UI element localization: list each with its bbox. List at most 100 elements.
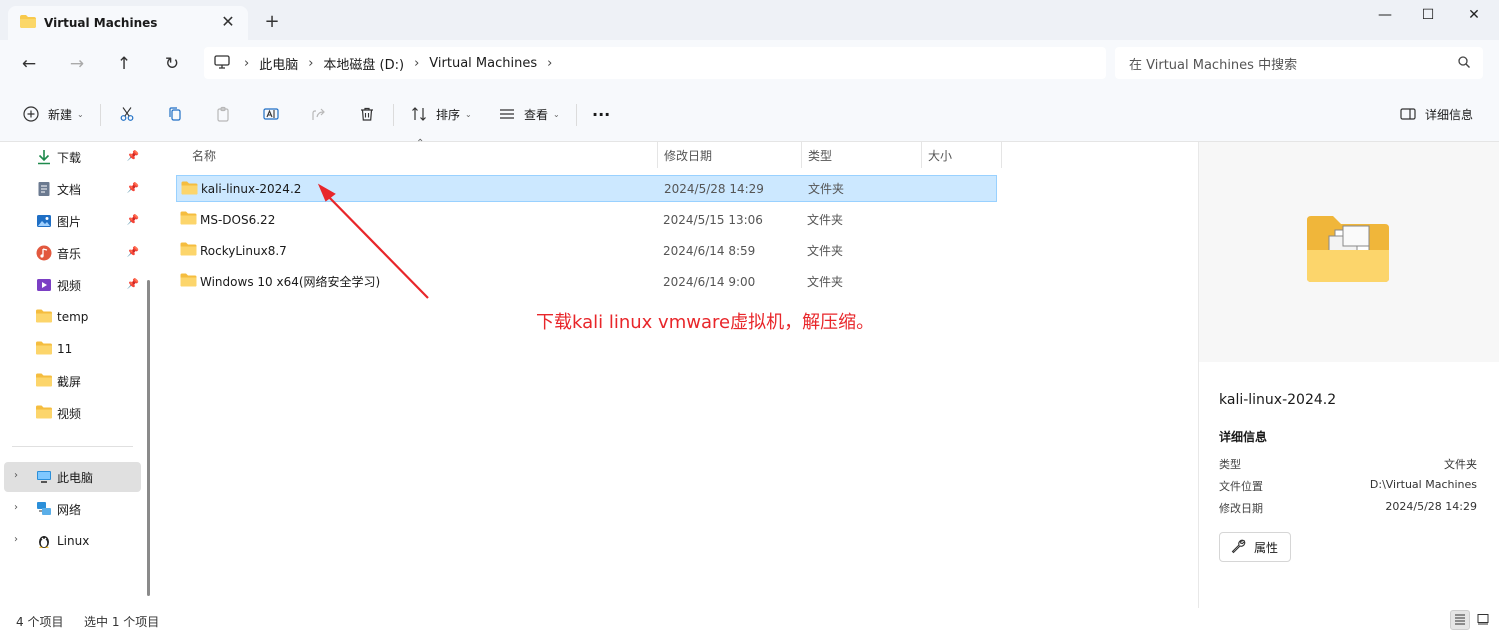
trash-icon [358, 105, 376, 123]
sidebar-item-downloads[interactable]: 下载 📌 [4, 142, 141, 172]
sidebar-divider [12, 446, 133, 447]
video-icon [36, 277, 52, 293]
chevron-down-icon: ⌄ [77, 109, 84, 119]
view-label: 查看 [524, 107, 549, 122]
close-tab-icon[interactable]: ✕ [218, 12, 238, 32]
tiles-view-icon [1477, 613, 1489, 628]
pin-icon[interactable]: 📌 [127, 151, 139, 162]
sidebar-item-screenshots[interactable]: 截屏 [4, 366, 141, 396]
preview-area [1199, 142, 1499, 362]
sort-button[interactable]: 排序 ⌄ [410, 102, 472, 126]
navigation-pane: 下载 📌 文档 📌 图片 📌 音乐 📌 视频 📌 temp 11 截屏 视频 › [0, 142, 160, 608]
address-bar[interactable]: › 此电脑 › 本地磁盘 (D:) › Virtual Machines › [204, 47, 1106, 79]
search-icon[interactable] [1457, 55, 1471, 69]
sidebar-item-label: 视频 [57, 406, 82, 421]
back-button[interactable]: ← [17, 52, 41, 76]
list-view-icon [498, 105, 516, 123]
chevron-right-icon[interactable]: › [14, 534, 18, 545]
sidebar-item-videos-folder[interactable]: 视频 [4, 398, 141, 428]
chevron-right-icon[interactable]: › [543, 56, 556, 71]
sidebar-item-label: 音乐 [57, 246, 82, 261]
up-button[interactable]: ↑ [112, 52, 136, 76]
properties-label: 属性 [1254, 540, 1279, 555]
cut-button[interactable] [118, 102, 136, 126]
maximize-button[interactable]: ☐ [1417, 4, 1439, 26]
sidebar-item-11[interactable]: 11 [4, 334, 141, 364]
sidebar-item-label: 文档 [57, 182, 82, 197]
toolbar-divider [393, 104, 394, 126]
tiles-view-button[interactable] [1473, 610, 1493, 630]
folder-icon [20, 15, 36, 31]
tab-virtual-machines[interactable]: Virtual Machines ✕ [8, 6, 248, 40]
plus-circle-icon [22, 105, 40, 123]
computer-icon [36, 469, 52, 485]
folder-icon [36, 309, 52, 325]
annotation-text: 下载kali linux vmware虚拟机，解压缩。 [536, 312, 875, 333]
sidebar-scrollbar[interactable] [147, 280, 150, 596]
details-item-name: kali-linux-2024.2 [1219, 392, 1337, 408]
pin-icon[interactable]: 📌 [127, 279, 139, 290]
sidebar-item-label: 视频 [57, 278, 82, 293]
delete-button[interactable] [358, 102, 376, 126]
sidebar-item-documents[interactable]: 文档 📌 [4, 174, 141, 204]
sidebar-item-network[interactable]: › 网络 [4, 494, 141, 524]
file-list: ⌃ 名称 修改日期 类型 大小 kali-linux-2024.2 2024/5… [160, 138, 1198, 608]
navigation-bar: ← → ↑ ↻ › 此电脑 › 本地磁盘 (D:) › Virtual Mach… [0, 40, 1499, 86]
properties-button[interactable]: 属性 [1219, 532, 1291, 562]
chevron-right-icon[interactable]: › [14, 502, 18, 513]
pin-icon[interactable]: 📌 [127, 183, 139, 194]
chevron-right-icon: › [244, 55, 250, 71]
search-box[interactable]: 在 Virtual Machines 中搜索 [1115, 47, 1483, 79]
sidebar-item-label: 截屏 [57, 374, 82, 389]
sidebar-item-videos[interactable]: 视频 📌 [4, 270, 141, 300]
view-button[interactable]: 查看 ⌄ [498, 102, 560, 126]
details-value: 文件夹 [1444, 458, 1477, 471]
sidebar-item-label: 图片 [57, 214, 82, 229]
linux-icon [36, 533, 52, 549]
forward-button[interactable]: → [65, 52, 89, 76]
sidebar-item-linux[interactable]: › Linux [4, 526, 141, 556]
minimize-button[interactable]: — [1374, 4, 1396, 26]
details-key: 修改日期 [1219, 502, 1263, 515]
copy-icon [166, 105, 184, 123]
large-folder-icon [1307, 216, 1389, 282]
details-key: 文件位置 [1219, 480, 1263, 493]
breadcrumb-virtual-machines[interactable]: Virtual Machines [423, 56, 543, 71]
sidebar-item-label: 网络 [57, 502, 82, 517]
download-icon [36, 149, 52, 165]
breadcrumb-drive-d[interactable]: 本地磁盘 (D:) [317, 54, 410, 73]
network-icon [36, 501, 52, 517]
chevron-down-icon: ⌄ [465, 109, 472, 119]
new-button[interactable]: 新建 ⌄ [22, 102, 84, 126]
sidebar-item-this-pc[interactable]: › 此电脑 [4, 462, 141, 492]
sidebar-item-label: 此电脑 [57, 470, 94, 485]
tab-title: Virtual Machines [44, 16, 158, 30]
chevron-right-icon: › [308, 55, 314, 71]
details-row-modified: 修改日期 2024/5/28 14:29 [1219, 500, 1477, 518]
details-pane-button[interactable]: 详细信息 [1399, 102, 1473, 126]
share-button[interactable] [310, 102, 328, 126]
rename-button[interactable] [262, 102, 280, 126]
sidebar-item-pictures[interactable]: 图片 📌 [4, 206, 141, 236]
picture-icon [36, 213, 52, 229]
rename-icon [262, 105, 280, 123]
selected-count: 选中 1 个项目 [84, 615, 160, 629]
refresh-button[interactable]: ↻ [160, 52, 184, 76]
chevron-right-icon[interactable]: › [14, 470, 18, 481]
new-tab-button[interactable]: + [262, 12, 282, 32]
sidebar-item-music[interactable]: 音乐 📌 [4, 238, 141, 268]
details-view-button[interactable] [1450, 610, 1470, 630]
breadcrumb-this-pc[interactable]: 此电脑 [253, 54, 304, 73]
sidebar-item-temp[interactable]: temp [4, 302, 141, 332]
scissors-icon [118, 105, 136, 123]
annotation-arrow [317, 183, 429, 299]
folder-icon [36, 405, 52, 421]
pin-icon[interactable]: 📌 [127, 247, 139, 258]
paste-button[interactable] [214, 102, 232, 126]
more-options-button[interactable]: ··· [592, 102, 610, 126]
new-label: 新建 [48, 107, 73, 122]
copy-button[interactable] [166, 102, 184, 126]
sort-icon [410, 105, 428, 123]
close-window-button[interactable]: ✕ [1463, 4, 1485, 26]
pin-icon[interactable]: 📌 [127, 215, 139, 226]
